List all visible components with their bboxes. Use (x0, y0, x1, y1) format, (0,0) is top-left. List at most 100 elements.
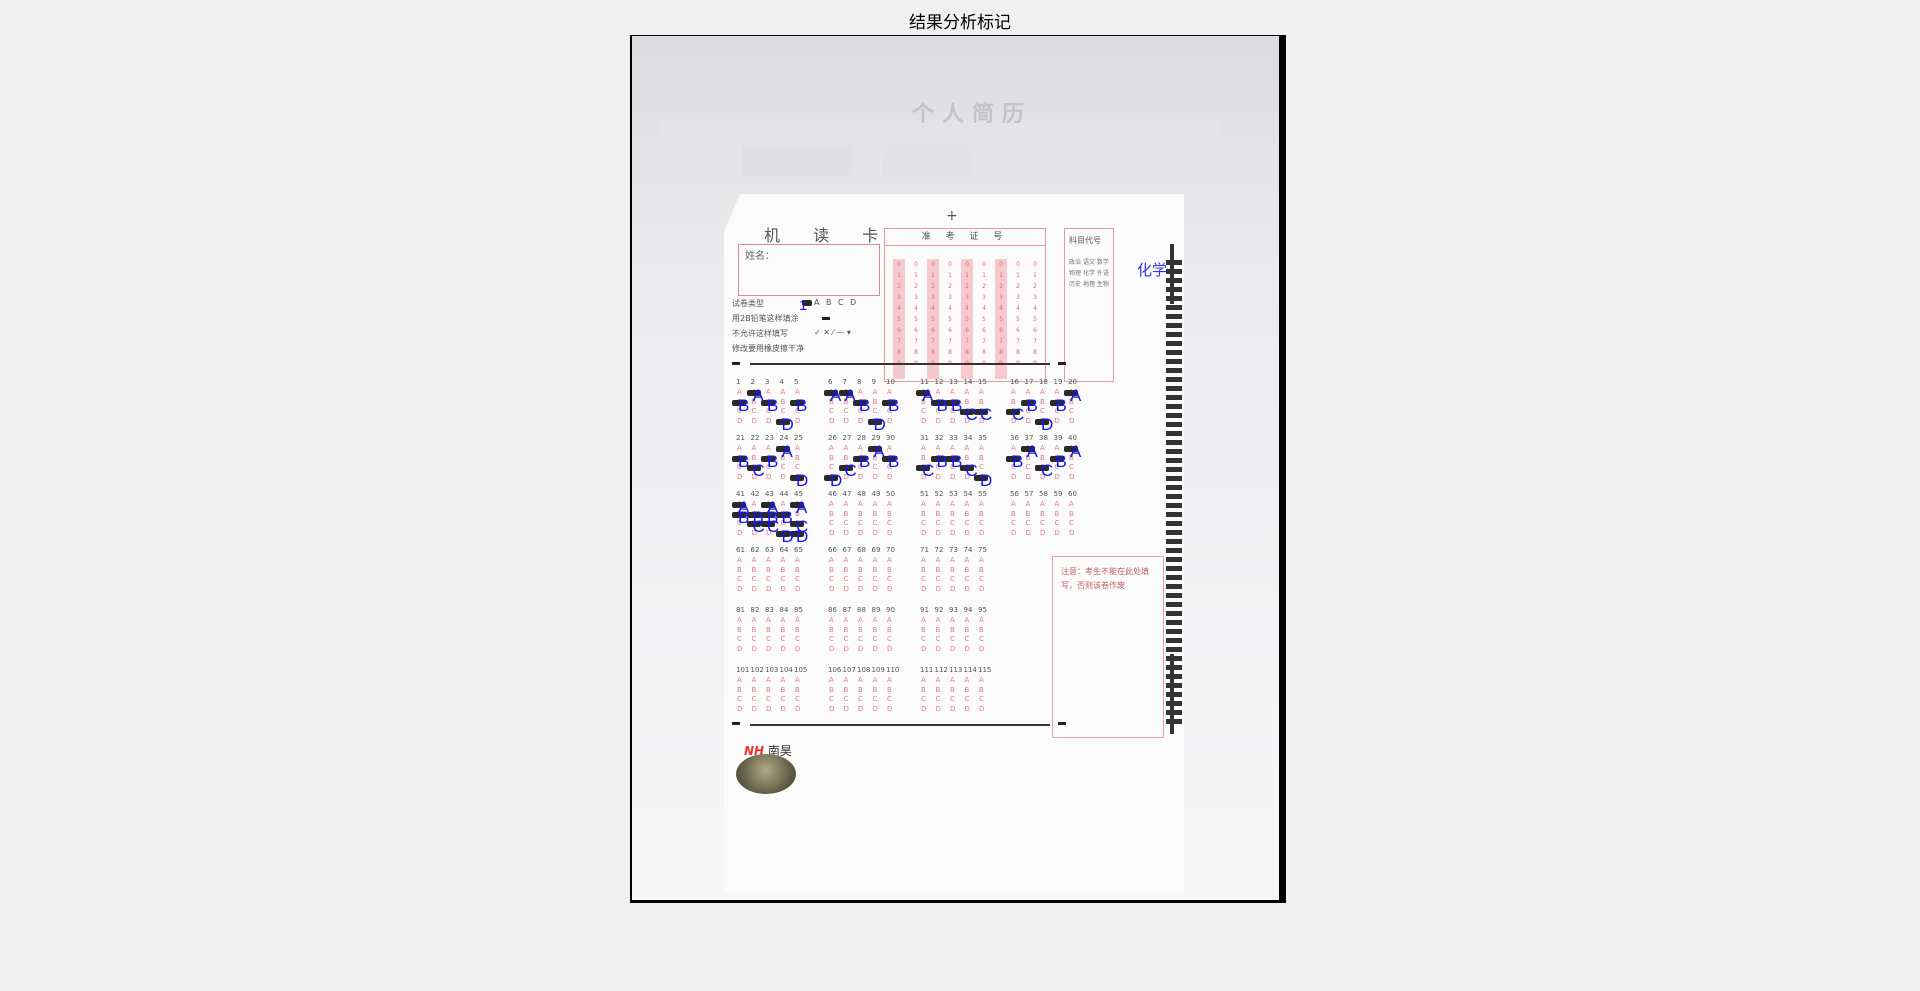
subject-code-box: 科目代号 政治 语文 数学 物理 化学 外语 历史 地理 生物 (1064, 228, 1114, 382)
option-bubble: C (950, 695, 955, 704)
paper-type-opt-c: C (838, 298, 844, 307)
option-bubble: C (829, 635, 834, 644)
instruction-paper-type: 试卷类型 (732, 299, 764, 308)
question-number: 65 (794, 546, 803, 554)
option-bubble: B (829, 565, 834, 574)
question-number: 93 (949, 606, 958, 614)
option-bubble: B (766, 685, 771, 694)
option-bubble: A (843, 444, 849, 452)
exam-digit: 1 (1016, 272, 1020, 279)
option-bubble: B (921, 625, 926, 634)
option-bubble: D (780, 704, 786, 713)
option-bubble: D (737, 644, 743, 653)
answer-annotation: C (980, 405, 993, 425)
option-bubble: A (1054, 444, 1060, 452)
option-bubble: A (751, 616, 757, 624)
question-number: 10 (886, 378, 895, 386)
option-bubble: D (872, 528, 878, 537)
answer-annotation: B (951, 451, 963, 471)
answer-annotation: A (922, 386, 934, 405)
option-bubble: D (766, 644, 772, 653)
exam-digit: 1 (1033, 272, 1037, 279)
name-label: 姓名： (745, 251, 775, 262)
option-bubble: B (843, 685, 849, 694)
exam-digit: 4 (999, 305, 1003, 312)
exam-digit: 3 (999, 294, 1003, 301)
question-number: 25 (794, 434, 803, 442)
question-number: 70 (886, 546, 895, 554)
exam-digit: 3 (948, 294, 952, 301)
option-bubble: C (751, 407, 757, 416)
timing-tick (1166, 521, 1182, 526)
timing-tick (1166, 395, 1182, 400)
question-number: 81 (736, 606, 745, 614)
exam-digit: 8 (1033, 349, 1037, 356)
timing-tick (1166, 458, 1182, 463)
exam-digit: 3 (1016, 294, 1020, 301)
option-bubble: B (795, 685, 800, 694)
option-bubble: B (950, 565, 955, 574)
option-bubble: C (921, 695, 926, 704)
exam-digit: 3 (965, 294, 969, 301)
answer-annotation: A (781, 442, 793, 461)
question-number: 62 (750, 546, 760, 554)
answer-annotation: B (1055, 395, 1067, 415)
option-bubble: A (737, 676, 742, 684)
option-bubble: B (872, 509, 878, 518)
answer-annotation: D (781, 526, 794, 546)
question-number: 8 (857, 378, 862, 386)
option-bubble: D (858, 704, 864, 713)
answer-annotation: B (936, 451, 948, 471)
timing-tick (1166, 692, 1182, 697)
option-bubble: C (935, 635, 941, 644)
option-bubble: C (751, 575, 757, 584)
answer-annotation: A (1026, 442, 1038, 461)
option-bubble: B (887, 685, 892, 694)
section-divider-top (750, 363, 1050, 365)
option-bubble: A (766, 388, 771, 396)
option-bubble: C (921, 635, 926, 644)
question-number: 11 (920, 378, 929, 386)
option-bubble: A (964, 556, 970, 564)
option-bubble: D (766, 704, 772, 713)
timing-tick (1166, 719, 1182, 724)
answer-annotation: B (796, 395, 808, 415)
timing-tick (1166, 305, 1182, 310)
timing-tick (1166, 629, 1182, 634)
option-bubble: B (887, 625, 892, 634)
option-bubble: C (858, 519, 863, 528)
option-bubble: C (1040, 407, 1045, 416)
option-bubble: C (858, 695, 863, 704)
exam-digit: 5 (897, 316, 901, 323)
question-number: 40 (1068, 434, 1077, 442)
timing-tick (1166, 557, 1182, 562)
subject-math: 数学 (1096, 259, 1109, 266)
exam-digit: 6 (931, 327, 935, 334)
exam-digit: 8 (931, 349, 935, 356)
answer-annotation: B (1026, 395, 1038, 415)
subject-chemistry: 化学 (1082, 270, 1095, 277)
timing-tick (1166, 332, 1182, 337)
option-bubble: D (921, 528, 927, 537)
exam-digit: 7 (965, 338, 969, 345)
option-bubble: B (780, 625, 786, 634)
exam-digit: 1 (999, 272, 1003, 279)
option-bubble: B (737, 565, 742, 574)
option-bubble: A (887, 444, 892, 452)
exam-digit: 7 (982, 338, 986, 345)
option-bubble: A (780, 676, 786, 684)
exam-digit: 6 (1016, 327, 1020, 334)
option-bubble: A (921, 444, 926, 452)
option-bubble: C (780, 463, 786, 472)
option-bubble: A (935, 444, 941, 452)
question-number: 27 (842, 434, 852, 442)
option-bubble: B (921, 565, 926, 574)
option-bubble: C (737, 695, 742, 704)
option-bubble: B (950, 509, 955, 518)
exam-digit: 3 (897, 294, 901, 301)
exam-digit: 4 (948, 305, 952, 312)
exam-digit: 8 (982, 349, 986, 356)
option-bubble: C (872, 635, 878, 644)
exam-digit: 5 (948, 316, 952, 323)
question-number: 92 (934, 606, 944, 614)
